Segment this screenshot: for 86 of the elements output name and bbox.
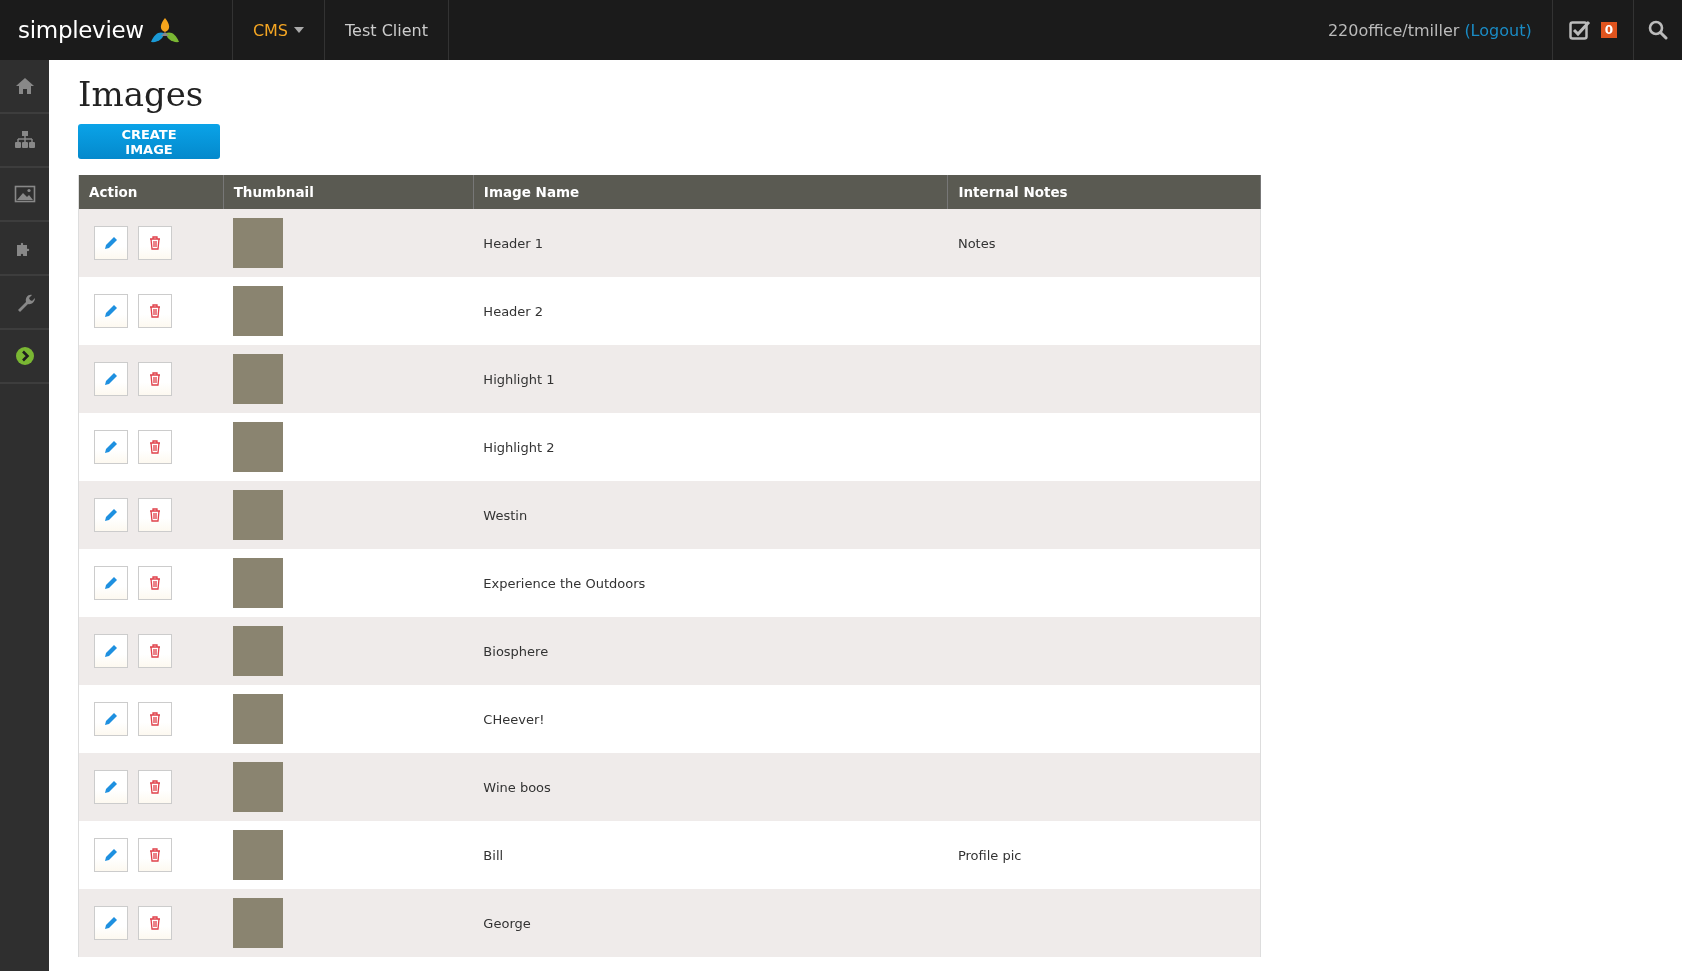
sitemap-icon[interactable] xyxy=(13,129,36,151)
edit-button[interactable] xyxy=(94,430,128,464)
pencil-icon xyxy=(104,848,118,862)
photo-placeholder xyxy=(233,830,284,880)
caret-icon xyxy=(294,27,305,33)
trash-icon xyxy=(149,780,161,794)
internal-notes: Notes xyxy=(957,235,996,251)
edit-button[interactable] xyxy=(94,702,128,736)
delete-button[interactable] xyxy=(138,226,172,260)
edit-button[interactable] xyxy=(94,634,128,668)
image-name: Bill xyxy=(483,847,504,863)
count-badge: 0 xyxy=(1600,22,1617,38)
internal-notes: Profile pic xyxy=(957,847,1022,863)
pencil-icon xyxy=(104,372,118,386)
image-name: Header 1 xyxy=(483,235,544,251)
page-title: Images xyxy=(78,74,205,114)
photo-placeholder xyxy=(233,422,284,472)
delete-button[interactable] xyxy=(138,498,172,532)
edit-button[interactable] xyxy=(94,770,128,804)
image-name: Highlight 1 xyxy=(483,371,555,387)
photo-placeholder xyxy=(233,490,284,540)
image-name: Experience the Outdoors xyxy=(483,575,646,591)
photo-placeholder xyxy=(233,626,284,676)
photo-placeholder xyxy=(233,354,284,404)
delete-button[interactable] xyxy=(138,838,172,872)
image-name: George xyxy=(483,915,531,931)
photo-placeholder xyxy=(233,218,284,268)
photo-placeholder xyxy=(233,898,284,948)
image-name: CHeever! xyxy=(483,711,545,727)
pencil-icon xyxy=(104,236,118,250)
trash-icon xyxy=(149,848,161,862)
delete-button[interactable] xyxy=(138,566,172,600)
photo-placeholder xyxy=(233,694,284,744)
delete-button[interactable] xyxy=(138,430,172,464)
image-name: Westin xyxy=(483,507,528,523)
logout-link[interactable]: (Logout) xyxy=(1464,20,1532,40)
pencil-icon xyxy=(104,780,118,794)
column-header: Action xyxy=(78,175,224,209)
trash-icon xyxy=(149,576,161,590)
nav-link[interactable]: Test Client xyxy=(325,0,449,60)
image-name: Wine boos xyxy=(483,779,551,795)
edit-button[interactable] xyxy=(94,566,128,600)
checkbox-icon[interactable] xyxy=(1568,20,1591,40)
menu-dropdown[interactable]: CMS xyxy=(232,0,326,60)
edit-button[interactable] xyxy=(94,838,128,872)
delete-button[interactable] xyxy=(138,634,172,668)
column-header: Image Name xyxy=(473,175,948,209)
search-icon[interactable] xyxy=(1648,20,1668,40)
pencil-icon xyxy=(104,304,118,318)
pencil-icon xyxy=(104,576,118,590)
delete-button[interactable] xyxy=(138,906,172,940)
image-name: Highlight 2 xyxy=(483,439,555,455)
photo-placeholder xyxy=(233,286,284,336)
trash-icon xyxy=(149,304,161,318)
trash-icon xyxy=(149,712,161,726)
column-header: Internal Notes xyxy=(947,175,1261,209)
photo-placeholder xyxy=(233,762,284,812)
pencil-icon xyxy=(104,712,118,726)
trash-icon xyxy=(149,644,161,658)
delete-button[interactable] xyxy=(138,362,172,396)
create-image-button[interactable]: CREATE IMAGE xyxy=(78,124,220,159)
image-icon[interactable] xyxy=(13,183,36,205)
username: 220office/tmiller xyxy=(1327,20,1460,40)
image-name: Header 2 xyxy=(483,303,544,319)
pencil-icon xyxy=(104,440,118,454)
edit-button[interactable] xyxy=(94,226,128,260)
pencil-icon xyxy=(104,644,118,658)
trash-icon xyxy=(149,508,161,522)
trash-icon xyxy=(149,440,161,454)
photo-placeholder xyxy=(233,558,284,608)
pencil-icon xyxy=(104,916,118,930)
edit-button[interactable] xyxy=(94,362,128,396)
trash-icon xyxy=(149,372,161,386)
edit-button[interactable] xyxy=(94,498,128,532)
pencil-icon xyxy=(104,508,118,522)
column-header: Thumbnail xyxy=(223,175,474,209)
delete-button[interactable] xyxy=(138,702,172,736)
trash-icon xyxy=(149,916,161,930)
edit-button[interactable] xyxy=(94,906,128,940)
delete-button[interactable] xyxy=(138,770,172,804)
edit-button[interactable] xyxy=(94,294,128,328)
brand-name: simpleview xyxy=(18,17,144,43)
arrow-circle-icon[interactable] xyxy=(13,345,36,367)
trash-icon xyxy=(149,236,161,250)
image-name: Biosphere xyxy=(483,643,549,659)
delete-button[interactable] xyxy=(138,294,172,328)
